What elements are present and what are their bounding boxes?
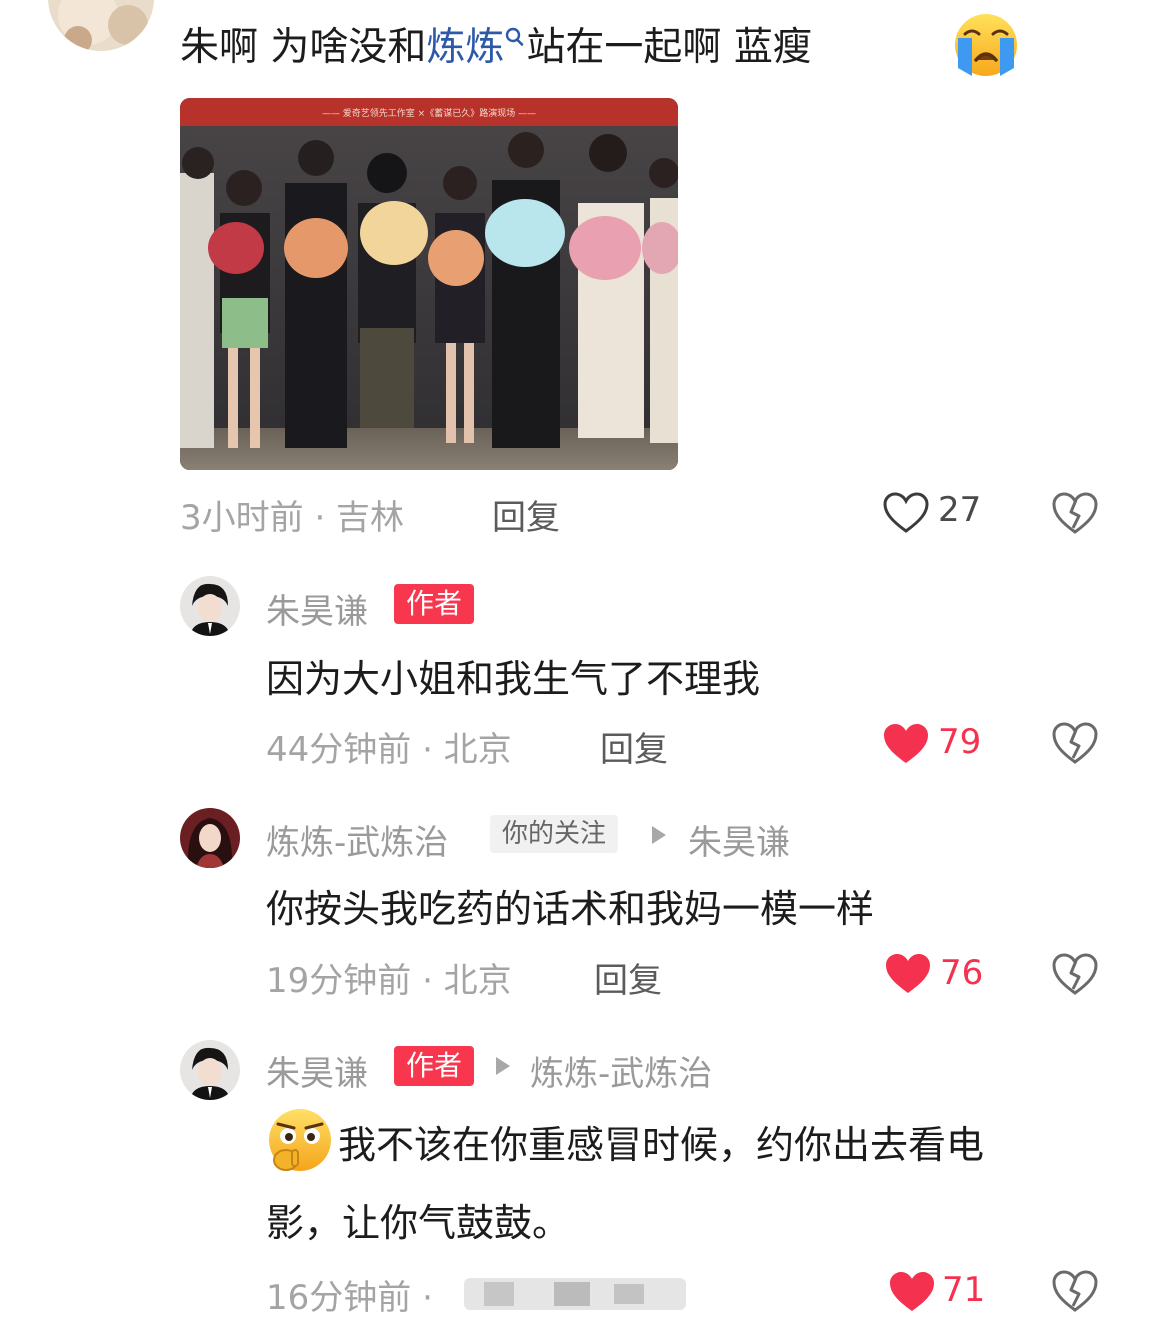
like-filled-icon[interactable] [882, 722, 930, 766]
top-comment-text: 朱啊 为啥没和炼炼 站在一起啊 蓝瘦 [180, 16, 812, 72]
reply3-time-location: 16分钟前 · [266, 1278, 433, 1318]
crying-emoji-icon [952, 12, 1020, 78]
like-outline-icon[interactable] [882, 491, 930, 535]
search-icon[interactable] [504, 20, 526, 50]
dislike-icon[interactable] [1050, 720, 1100, 766]
photo-banner-text: —— 爱奇艺领先工作室 ×《蓄谋已久》路演现场 —— [322, 107, 536, 119]
reply2-time-location: 19分钟前 · 北京 [266, 961, 512, 1001]
commenter-avatar[interactable] [48, 0, 154, 51]
reply3-text-line2: 影，让你气鼓鼓。 [266, 1201, 571, 1245]
reply3-author-name[interactable]: 朱昊谦 [266, 1046, 368, 1095]
reply3-avatar[interactable] [180, 1040, 240, 1100]
top-comment-reply-button[interactable]: 回复 [492, 490, 560, 539]
dislike-icon[interactable] [1050, 490, 1100, 536]
reply3-text-line1: 我不该在你重感冒时候，约你出去看电 [338, 1123, 985, 1167]
like-filled-icon[interactable] [884, 952, 932, 996]
top-comment-time-location: 3小时前 · 吉林 [180, 498, 405, 538]
reply2-reply-button[interactable]: 回复 [594, 953, 662, 1002]
reply1-author-name[interactable]: 朱昊谦 [266, 584, 368, 633]
reply2-reply-to-name[interactable]: 朱昊谦 [688, 815, 790, 864]
mention-link[interactable]: 炼炼 [426, 25, 504, 70]
reply-to-arrow-icon [652, 826, 666, 844]
shush-emoji-icon [264, 1106, 334, 1174]
reply-to-arrow-icon [496, 1057, 510, 1075]
reply1-avatar[interactable] [180, 576, 240, 636]
reply2-text: 你按头我吃药的话术和我妈一模一样 [266, 887, 875, 931]
comment-photo[interactable]: —— 爱奇艺领先工作室 ×《蓄谋已久》路演现场 —— [180, 98, 678, 470]
reply1-author-badge: 作者 [394, 584, 475, 624]
reply1-text: 因为大小姐和我生气了不理我 [266, 657, 761, 701]
reply1-time-location: 44分钟前 · 北京 [266, 730, 512, 770]
dislike-icon[interactable] [1050, 951, 1100, 997]
like-filled-icon[interactable] [888, 1270, 936, 1314]
watermark-overlay [464, 1270, 686, 1316]
reply2-like-count: 76 [940, 953, 984, 993]
reply2-author-name[interactable]: 炼炼-武炼治 [266, 815, 448, 864]
reply1-reply-button[interactable]: 回复 [600, 722, 668, 771]
reply3-reply-to-name[interactable]: 炼炼-武炼治 [530, 1046, 712, 1095]
reply2-avatar[interactable] [180, 808, 240, 868]
comment-text-after: 站在一起啊 蓝瘦 [526, 25, 812, 70]
reply1-like-count: 79 [938, 722, 982, 762]
top-comment-like-count: 27 [938, 490, 982, 530]
reply3-author-badge: 作者 [394, 1046, 475, 1086]
reply3-like-count: 71 [942, 1270, 986, 1310]
reply2-follow-badge: 你的关注 [490, 815, 619, 853]
dislike-icon[interactable] [1050, 1268, 1100, 1314]
comment-text-before: 朱啊 为啥没和 [180, 25, 427, 70]
